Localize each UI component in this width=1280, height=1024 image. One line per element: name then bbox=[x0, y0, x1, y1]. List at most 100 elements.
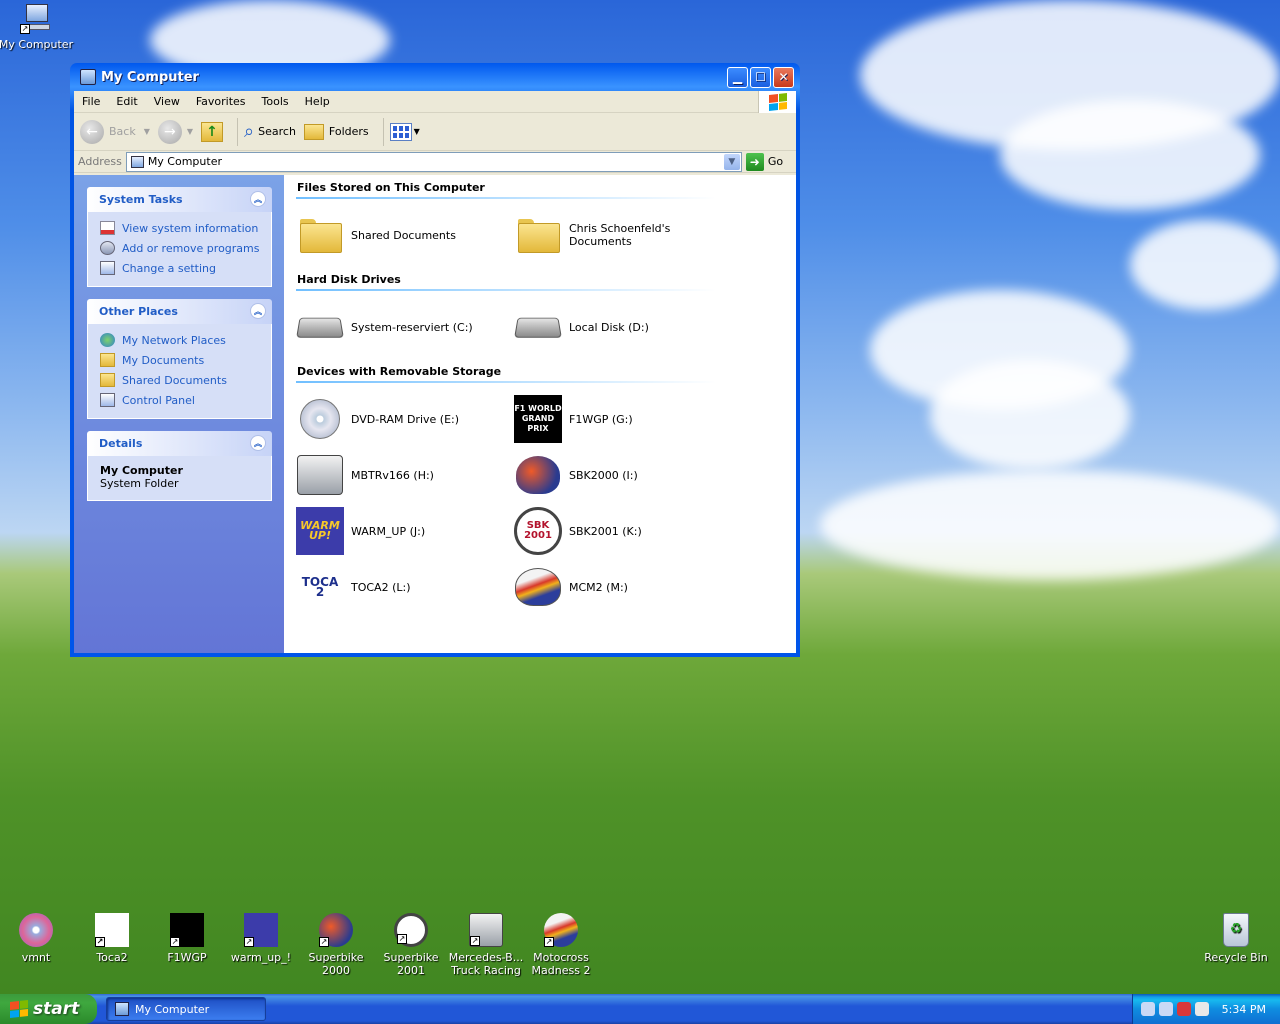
link-control-panel[interactable]: Control Panel bbox=[100, 390, 261, 410]
link-label: My Network Places bbox=[122, 333, 226, 347]
address-bar: Address My Computer ▼ ➜ Go bbox=[74, 151, 796, 173]
address-input[interactable]: My Computer ▼ bbox=[125, 151, 742, 172]
group-divider bbox=[296, 381, 716, 383]
item-drive-c[interactable]: System-reserviert (C:) bbox=[296, 299, 514, 355]
menu-edit[interactable]: Edit bbox=[108, 95, 145, 108]
link-add-remove-programs[interactable]: Add or remove programs bbox=[100, 238, 261, 258]
tray-shield-icon[interactable] bbox=[1177, 1002, 1191, 1016]
item-label: MCM2 (M:) bbox=[569, 580, 628, 594]
back-button[interactable]: ← Back ▼ bbox=[80, 119, 150, 144]
item-label: Shared Documents bbox=[351, 228, 456, 242]
desktop-icon-superbike-2001[interactable]: ↗ Superbike 2001 bbox=[373, 913, 449, 977]
address-label: Address bbox=[78, 155, 122, 168]
forward-button[interactable]: → ▼ bbox=[157, 119, 193, 144]
address-dropdown-icon[interactable]: ▼ bbox=[723, 153, 740, 170]
shared-folder-icon bbox=[100, 373, 115, 387]
item-drive-l[interactable]: TOCA 2 TOCA2 (L:) bbox=[296, 559, 514, 615]
folder-up-icon: ↑ bbox=[201, 121, 224, 142]
back-label: Back bbox=[109, 125, 136, 138]
other-places-panel: Other Places ︽ My Network Places My Docu… bbox=[87, 299, 272, 419]
folders-icon bbox=[303, 123, 324, 140]
collapse-chevron-icon[interactable]: ︽ bbox=[250, 435, 266, 451]
desktop-icon-label: Toca2 bbox=[96, 951, 128, 964]
desktop-icon-my-computer[interactable]: ↗ My Computer bbox=[0, 2, 74, 51]
item-drive-d[interactable]: Local Disk (D:) bbox=[514, 299, 732, 355]
truck-icon bbox=[297, 455, 343, 495]
desktop-icon-toca2[interactable]: ↗ Toca2 bbox=[74, 913, 150, 964]
go-label: Go bbox=[767, 155, 784, 168]
details-type: System Folder bbox=[100, 477, 179, 490]
item-drive-k[interactable]: SBK 2001 SBK2001 (K:) bbox=[514, 503, 732, 559]
link-my-network-places[interactable]: My Network Places bbox=[100, 330, 261, 350]
details-header[interactable]: Details ︽ bbox=[87, 431, 272, 456]
taskbar-button-my-computer[interactable]: My Computer bbox=[106, 997, 266, 1021]
control-panel-icon bbox=[100, 393, 115, 407]
desktop-icon-motocross[interactable]: ↗ Motocross Madness 2 bbox=[523, 913, 599, 977]
item-drive-i[interactable]: SBK2000 (I:) bbox=[514, 447, 732, 503]
group-divider bbox=[296, 197, 716, 199]
menu-view[interactable]: View bbox=[146, 95, 188, 108]
menu-bar: File Edit View Favorites Tools Help bbox=[74, 91, 796, 113]
link-view-system-information[interactable]: View system information bbox=[100, 218, 261, 238]
item-drive-e[interactable]: DVD-RAM Drive (E:) bbox=[296, 391, 514, 447]
desktop-icon-superbike-2000[interactable]: ↗ Superbike 2000 bbox=[298, 913, 374, 977]
search-button[interactable]: ⌕ Search bbox=[244, 121, 296, 142]
views-button[interactable]: ▼ bbox=[389, 122, 420, 141]
desktop-icon-label: Superbike 2001 bbox=[383, 951, 439, 977]
desktop-icon-f1wgp[interactable]: ↗ F1WGP bbox=[149, 913, 225, 964]
folders-button[interactable]: Folders bbox=[303, 123, 369, 140]
item-label: WARM_UP (J:) bbox=[351, 524, 426, 538]
menu-file[interactable]: File bbox=[74, 95, 108, 108]
item-shared-documents[interactable]: Shared Documents bbox=[296, 207, 514, 263]
link-label: View system information bbox=[122, 221, 259, 235]
tray-network-icon[interactable] bbox=[1141, 1002, 1155, 1016]
close-button[interactable]: ✕ bbox=[773, 66, 794, 88]
item-drive-j[interactable]: WARM UP! WARM_UP (J:) bbox=[296, 503, 514, 559]
start-button[interactable]: start bbox=[0, 994, 97, 1024]
system-info-icon bbox=[100, 221, 115, 235]
menu-tools[interactable]: Tools bbox=[254, 95, 297, 108]
up-button[interactable]: ↑ bbox=[201, 121, 224, 142]
clock[interactable]: 5:34 PM bbox=[1222, 1003, 1266, 1016]
desktop-icon-mercedes-truck[interactable]: ↗ Mercedes-B... Truck Racing bbox=[448, 913, 524, 977]
dvd-drive-icon bbox=[300, 399, 340, 439]
item-drive-h[interactable]: MBTRv166 (H:) bbox=[296, 447, 514, 503]
desktop-icon-label: Mercedes-B... Truck Racing bbox=[448, 951, 524, 977]
minimize-button[interactable]: ▁ bbox=[727, 66, 748, 88]
item-label: Chris Schoenfeld's Documents bbox=[569, 222, 671, 248]
menu-favorites[interactable]: Favorites bbox=[188, 95, 254, 108]
my-computer-window[interactable]: My Computer ▁ ☐ ✕ File Edit View Favorit… bbox=[70, 63, 800, 657]
link-change-setting[interactable]: Change a setting bbox=[100, 258, 261, 278]
desktop-icon-warm-up[interactable]: ↗ warm_up_! bbox=[223, 913, 299, 964]
item-chris-documents[interactable]: Chris Schoenfeld's Documents bbox=[514, 207, 732, 263]
maximize-button[interactable]: ☐ bbox=[750, 66, 771, 88]
desktop-icon-label: Superbike 2000 bbox=[308, 951, 364, 977]
title-bar[interactable]: My Computer ▁ ☐ ✕ bbox=[74, 63, 796, 91]
other-places-header[interactable]: Other Places ︽ bbox=[87, 299, 272, 324]
item-drive-m[interactable]: MCM2 (M:) bbox=[514, 559, 732, 615]
collapse-chevron-icon[interactable]: ︽ bbox=[250, 191, 266, 207]
toca2-icon: ↗ bbox=[95, 913, 129, 947]
item-label: Local Disk (D:) bbox=[569, 320, 649, 334]
file-view: Files Stored on This Computer Shared Doc… bbox=[284, 175, 796, 653]
computer-icon bbox=[130, 155, 144, 168]
cd-icon bbox=[19, 913, 53, 947]
panel-title: Other Places bbox=[99, 305, 178, 318]
link-my-documents[interactable]: My Documents bbox=[100, 350, 261, 370]
tray-sync-icon[interactable] bbox=[1159, 1002, 1173, 1016]
system-tasks-header[interactable]: System Tasks ︽ bbox=[87, 187, 272, 212]
go-button[interactable]: ➜ Go bbox=[745, 152, 784, 171]
warm-up-icon: WARM UP! bbox=[296, 507, 344, 555]
item-drive-g[interactable]: F1 WORLD GRAND PRIX F1WGP (G:) bbox=[514, 391, 732, 447]
collapse-chevron-icon[interactable]: ︽ bbox=[250, 303, 266, 319]
start-label: start bbox=[33, 999, 80, 1019]
desktop-icon-vmnt[interactable]: vmnt bbox=[0, 913, 74, 964]
system-tasks-panel: System Tasks ︽ View system information A… bbox=[87, 187, 272, 287]
desktop-icon-recycle-bin[interactable]: ♻ Recycle Bin bbox=[1198, 913, 1274, 964]
menu-help[interactable]: Help bbox=[297, 95, 338, 108]
volume-icon[interactable] bbox=[1195, 1002, 1209, 1016]
link-shared-documents[interactable]: Shared Documents bbox=[100, 370, 261, 390]
group-divider bbox=[296, 289, 716, 291]
item-label: MBTRv166 (H:) bbox=[351, 468, 434, 482]
sbk2001-icon: ↗ bbox=[394, 913, 428, 947]
